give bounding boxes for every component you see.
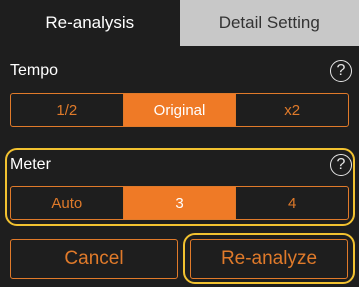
meter-option-3[interactable]: 3 — [122, 187, 236, 219]
reanalyze-button[interactable]: Re-analyze — [190, 239, 348, 279]
tab-re-analysis[interactable]: Re-analysis — [0, 0, 180, 46]
meter-help-icon[interactable]: ? — [330, 154, 352, 176]
tempo-option-original[interactable]: Original — [122, 94, 236, 126]
tab-detail-setting[interactable]: Detail Setting — [179, 0, 359, 46]
meter-label: Meter — [10, 156, 51, 173]
tempo-help-icon[interactable]: ? — [330, 60, 352, 82]
meter-segmented-control: Auto 3 4 — [10, 186, 349, 220]
tempo-option-double[interactable]: x2 — [235, 94, 348, 126]
tab-bar: Re-analysis Detail Setting — [0, 0, 359, 46]
meter-option-4[interactable]: 4 — [235, 187, 348, 219]
meter-option-auto[interactable]: Auto — [11, 187, 123, 219]
tempo-label: Tempo — [10, 62, 59, 79]
tempo-option-half[interactable]: 1/2 — [11, 94, 123, 126]
cancel-button[interactable]: Cancel — [10, 239, 178, 279]
tempo-segmented-control: 1/2 Original x2 — [10, 93, 349, 127]
